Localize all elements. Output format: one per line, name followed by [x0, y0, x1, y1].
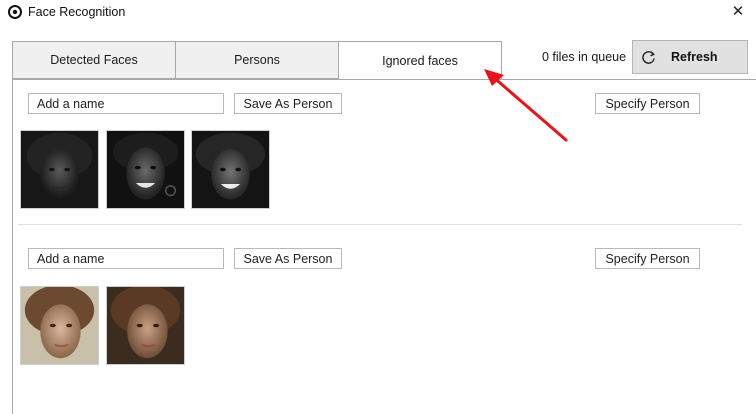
refresh-button[interactable]: Refresh — [632, 40, 748, 74]
save-as-person-button[interactable]: Save As Person — [234, 248, 342, 269]
face-image — [21, 131, 98, 208]
face-thumbnail[interactable] — [106, 286, 185, 365]
button-label: Specify Person — [605, 251, 690, 266]
title-bar: Face Recognition ✕ — [0, 0, 756, 26]
button-label: Save As Person — [243, 96, 333, 111]
face-image — [107, 287, 184, 364]
tab-label: Detected Faces — [50, 53, 138, 67]
tab-persons[interactable]: Persons — [175, 41, 339, 79]
button-label: Save As Person — [243, 251, 333, 266]
app-logo-icon — [8, 5, 22, 19]
add-name-input[interactable] — [28, 93, 224, 114]
tab-detected-faces[interactable]: Detected Faces — [12, 41, 176, 79]
button-label: Specify Person — [605, 96, 690, 111]
face-thumbnail[interactable] — [191, 130, 270, 209]
tab-label: Ignored faces — [382, 54, 458, 68]
face-image — [192, 131, 269, 208]
refresh-icon — [642, 51, 656, 64]
face-image — [107, 131, 184, 208]
window-title: Face Recognition — [28, 5, 126, 19]
face-thumbnail[interactable] — [20, 286, 99, 365]
group-separator — [18, 224, 742, 225]
face-thumbnail[interactable] — [20, 130, 99, 209]
close-button[interactable]: ✕ — [728, 2, 748, 22]
face-image — [21, 287, 98, 364]
close-icon[interactable]: ✕ — [732, 3, 745, 20]
face-thumbnail[interactable] — [106, 130, 185, 209]
specify-person-button[interactable]: Specify Person — [595, 93, 700, 114]
tab-ignored-faces[interactable]: Ignored faces — [338, 41, 502, 80]
queue-status: 0 files in queue — [542, 50, 627, 64]
save-as-person-button[interactable]: Save As Person — [234, 93, 342, 114]
tab-label: Persons — [234, 53, 280, 67]
specify-person-button[interactable]: Specify Person — [595, 248, 700, 269]
refresh-label: Refresh — [671, 50, 718, 64]
add-name-input[interactable] — [28, 248, 224, 269]
